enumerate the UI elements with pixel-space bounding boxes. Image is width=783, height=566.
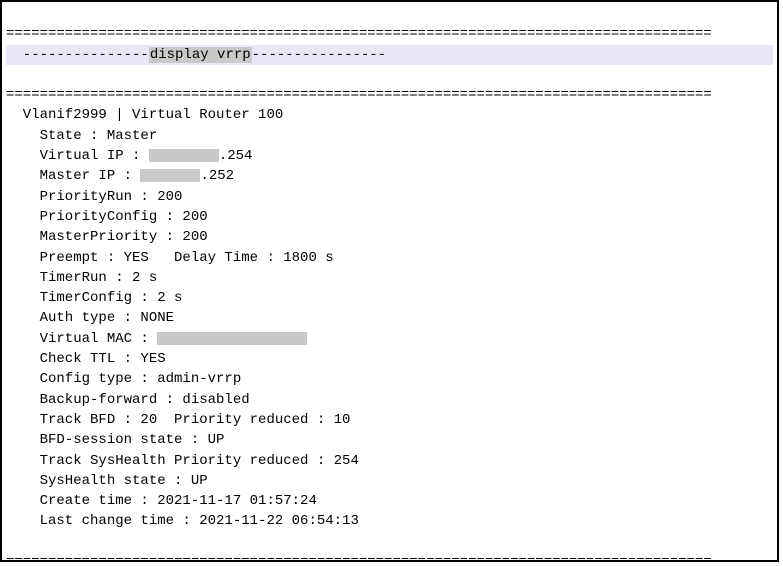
field-create-time: Create time : 2021-11-17 01:57:24 [6,493,317,509]
virtual-ip-redacted [149,149,219,162]
field-backup-forward: Backup-forward : disabled [6,392,250,408]
rule-bottom: ========================================… [6,554,712,562]
vip-label: Virtual IP : [6,148,149,164]
command-line: ---------------display vrrp-------------… [6,45,773,65]
mip-label: Master IP : [6,168,140,184]
master-ip-redacted [140,169,200,182]
rule-after-cmd: ========================================… [6,87,712,103]
field-auth-type: Auth type : NONE [6,310,174,326]
field-timer-run: TimerRun : 2 s [6,270,157,286]
vrrp-header: Vlanif2999 | Virtual Router 100 [6,107,283,123]
field-timer-config: TimerConfig : 2 s [6,290,182,306]
field-config-type: Config type : admin-vrrp [6,371,241,387]
command: display vrrp [149,47,252,63]
field-bfd-state: BFD-session state : UP [6,432,224,448]
virtual-mac-redacted [157,332,307,345]
terminal-output: ========================================… [6,4,773,562]
field-track-bfd: Track BFD : 20 Priority reduced : 10 [6,412,350,428]
cmd-post-dash: ---------------- [252,47,386,63]
field-check-ttl: Check TTL : YES [6,351,166,367]
cmd-pre-dash: --------------- [6,47,149,63]
rule-top: ========================================… [6,26,712,42]
field-master-priority: MasterPriority : 200 [6,229,208,245]
vip-suffix: .254 [219,148,253,164]
field-virtual-mac: Virtual MAC : [6,331,307,347]
field-master-ip: Master IP : .252 [6,168,234,184]
field-preempt: Preempt : YES Delay Time : 1800 s [6,250,334,266]
field-priority-config: PriorityConfig : 200 [6,209,208,225]
field-track-syshealth: Track SysHealth Priority reduced : 254 [6,453,359,469]
mip-suffix: .252 [200,168,234,184]
field-syshealth-state: SysHealth state : UP [6,473,208,489]
terminal-window: ========================================… [0,0,779,562]
field-virtual-ip: Virtual IP : .254 [6,148,252,164]
field-priority-run: PriorityRun : 200 [6,189,182,205]
field-state: State : Master [6,128,157,144]
vmac-label: Virtual MAC : [6,331,157,347]
field-last-change-time: Last change time : 2021-11-22 06:54:13 [6,513,359,529]
